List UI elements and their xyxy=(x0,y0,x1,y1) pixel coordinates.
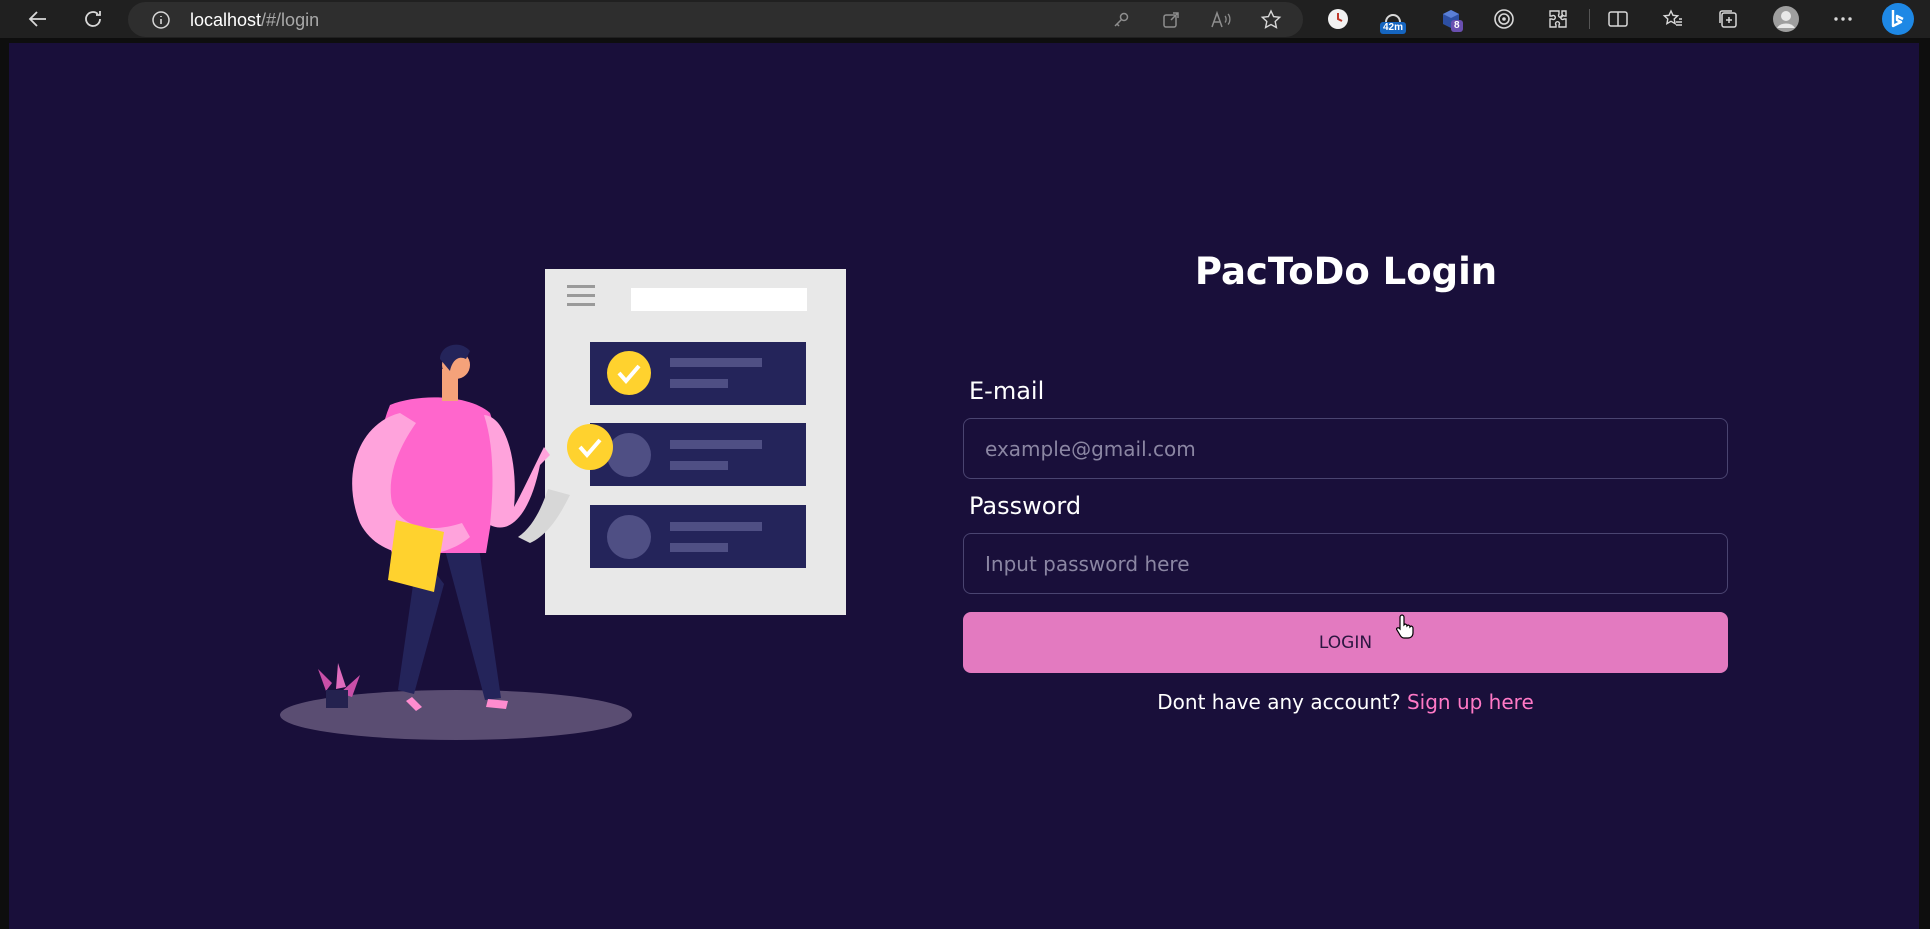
split-screen-icon[interactable] xyxy=(1602,4,1634,34)
signup-prompt: Dont have any account? Sign up here xyxy=(963,690,1728,714)
check-badge-icon xyxy=(567,424,613,470)
open-in-app-icon[interactable] xyxy=(1156,5,1186,35)
signup-link[interactable]: Sign up here xyxy=(1407,690,1534,714)
back-icon[interactable] xyxy=(22,4,54,34)
profile-icon[interactable] xyxy=(1770,4,1802,34)
signup-prompt-text: Dont have any account? xyxy=(1157,690,1407,714)
url-path: /#/login xyxy=(261,10,320,30)
favorite-star-icon[interactable] xyxy=(1256,5,1286,35)
extensions-puzzle-icon[interactable] xyxy=(1542,4,1574,34)
info-icon[interactable] xyxy=(146,5,176,35)
more-icon[interactable] xyxy=(1827,4,1859,34)
collections-icon[interactable] xyxy=(1712,4,1744,34)
refresh-icon[interactable] xyxy=(77,4,109,34)
password-field[interactable] xyxy=(963,533,1728,594)
browser-toolbar: localhost/#/login 42m 8 xyxy=(0,0,1930,38)
todo-row-checked xyxy=(590,342,806,405)
url-text[interactable]: localhost/#/login xyxy=(190,10,319,31)
key-icon[interactable] xyxy=(1106,5,1136,35)
timer-badge: 42m xyxy=(1380,22,1407,34)
toolbar-divider xyxy=(1589,9,1590,29)
page-title: PacToDo Login xyxy=(1194,250,1498,293)
hand-cursor-icon xyxy=(1396,614,1414,639)
bing-icon[interactable] xyxy=(1878,3,1918,35)
favorites-icon[interactable] xyxy=(1657,4,1689,34)
extension-timer-icon[interactable]: 42m xyxy=(1377,4,1409,34)
extension-cube-icon[interactable]: 8 xyxy=(1435,4,1467,34)
todo-row xyxy=(590,505,806,568)
url-host: localhost xyxy=(190,10,262,30)
email-field[interactable] xyxy=(963,418,1728,479)
extension-target-icon[interactable] xyxy=(1488,4,1520,34)
todo-illustration xyxy=(280,269,846,740)
email-label: E-mail xyxy=(969,377,1045,405)
password-label: Password xyxy=(969,492,1082,520)
address-bar[interactable]: localhost/#/login xyxy=(128,2,1303,37)
folder-icon xyxy=(388,520,444,592)
login-button[interactable]: LOGIN xyxy=(963,612,1728,673)
count-badge: 8 xyxy=(1451,20,1463,32)
todo-row xyxy=(590,423,806,486)
extension-clock-icon[interactable] xyxy=(1322,4,1354,34)
read-aloud-icon[interactable] xyxy=(1206,5,1236,35)
board-search-bar xyxy=(631,288,807,311)
